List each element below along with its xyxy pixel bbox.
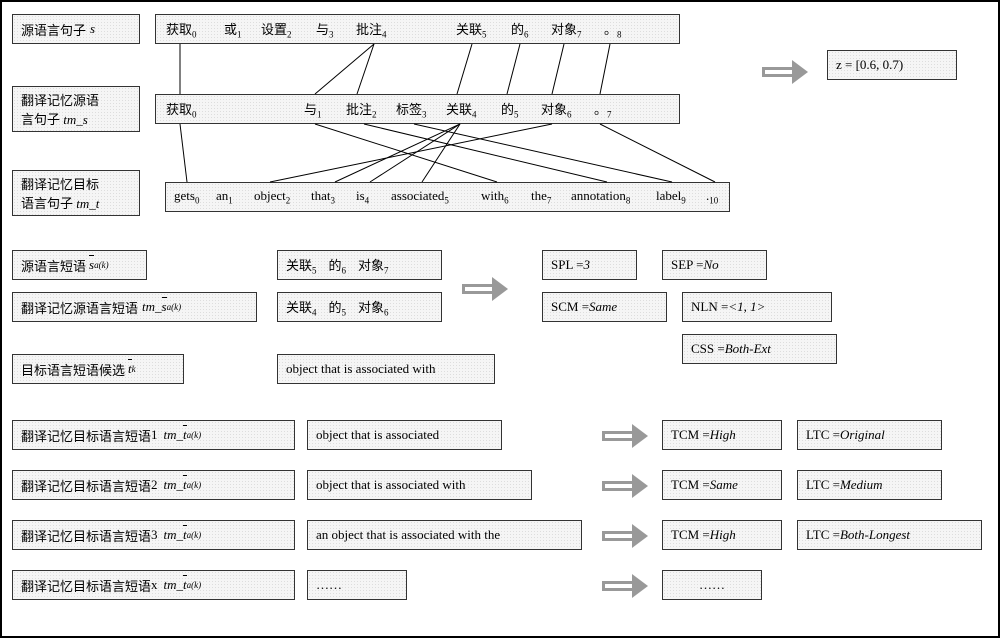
- label-tm-target-phrase-2: 翻译记忆目标语言短语2 tm_ta(k): [12, 470, 295, 500]
- feature-sep: SEP = No: [662, 250, 767, 280]
- feature-spl: SPL = 3: [542, 250, 637, 280]
- feature-css: CSS = Both-Ext: [682, 334, 837, 364]
- tokens-source: 获取0 或1 设置2 与3 批注4 关联5 的6 对象7 。8: [155, 14, 680, 44]
- tokens-tm-source-phrase: 关联4 的5 对象6: [277, 292, 442, 322]
- arrow-to-z: [762, 60, 808, 84]
- feature-ltc-1: LTC = Original: [797, 420, 942, 450]
- feature-scm: SCM = Same: [542, 292, 667, 322]
- tm-target-phrase-3: an object that is associated with the: [307, 520, 582, 550]
- label-tm-target-phrase-1: 翻译记忆目标语言短语1 tm_ta(k): [12, 420, 295, 450]
- arrow-row-x: [602, 574, 648, 598]
- label-tm-source-phrase: 翻译记忆源语言短语 tm_sa(k): [12, 292, 257, 322]
- target-phrase-candidate: object that is associated with: [277, 354, 495, 384]
- label-tm-source-sentence: 翻译记忆源语 言句子 tm_s: [12, 86, 140, 132]
- text: 源语言句子: [21, 20, 86, 39]
- feature-z: z = [0.6, 0.7): [827, 50, 957, 80]
- label-target-phrase-candidate: 目标语言短语候选 tk: [12, 354, 184, 384]
- feature-tcm-3: TCM = High: [662, 520, 782, 550]
- arrow-row-2: [602, 474, 648, 498]
- tm-target-phrase-2: object that is associated with: [307, 470, 532, 500]
- arrow-phrase-features: [462, 277, 508, 301]
- feature-tcm-2: TCM = Same: [662, 470, 782, 500]
- arrow-row-3: [602, 524, 648, 548]
- label-source-phrase: 源语言短语 sa(k): [12, 250, 147, 280]
- feature-ellipsis-x: ……: [662, 570, 762, 600]
- diagram-container: 源语言句子 s 获取0 或1 设置2 与3 批注4 关联5 的6 对象7 。8 …: [0, 0, 1000, 638]
- tokens-tm-source: 获取0 与1 批注2 标签3 关联4 的5 对象6 。7: [155, 94, 680, 124]
- tm-target-phrase-1: object that is associated: [307, 420, 502, 450]
- feature-ltc-2: LTC = Medium: [797, 470, 942, 500]
- tm-target-phrase-x: ……: [307, 570, 407, 600]
- feature-ltc-3: LTC = Both-Longest: [797, 520, 982, 550]
- tokens-source-phrase: 关联5 的6 对象7: [277, 250, 442, 280]
- feature-nln: NLN = <1, 1>: [682, 292, 832, 322]
- label-tm-target-phrase-3: 翻译记忆目标语言短语3 tm_ta(k): [12, 520, 295, 550]
- label-tm-target-sentence: 翻译记忆目标 语言句子 tm_t: [12, 170, 140, 216]
- var-s: s: [90, 21, 95, 37]
- feature-tcm-1: TCM = High: [662, 420, 782, 450]
- tokens-tm-target: gets0 an1 object2 that3 is4 associated5 …: [165, 182, 730, 212]
- arrow-row-1: [602, 424, 648, 448]
- label-tm-target-phrase-x: 翻译记忆目标语言短语x tm_ta(k): [12, 570, 295, 600]
- label-source-sentence: 源语言句子 s: [12, 14, 140, 44]
